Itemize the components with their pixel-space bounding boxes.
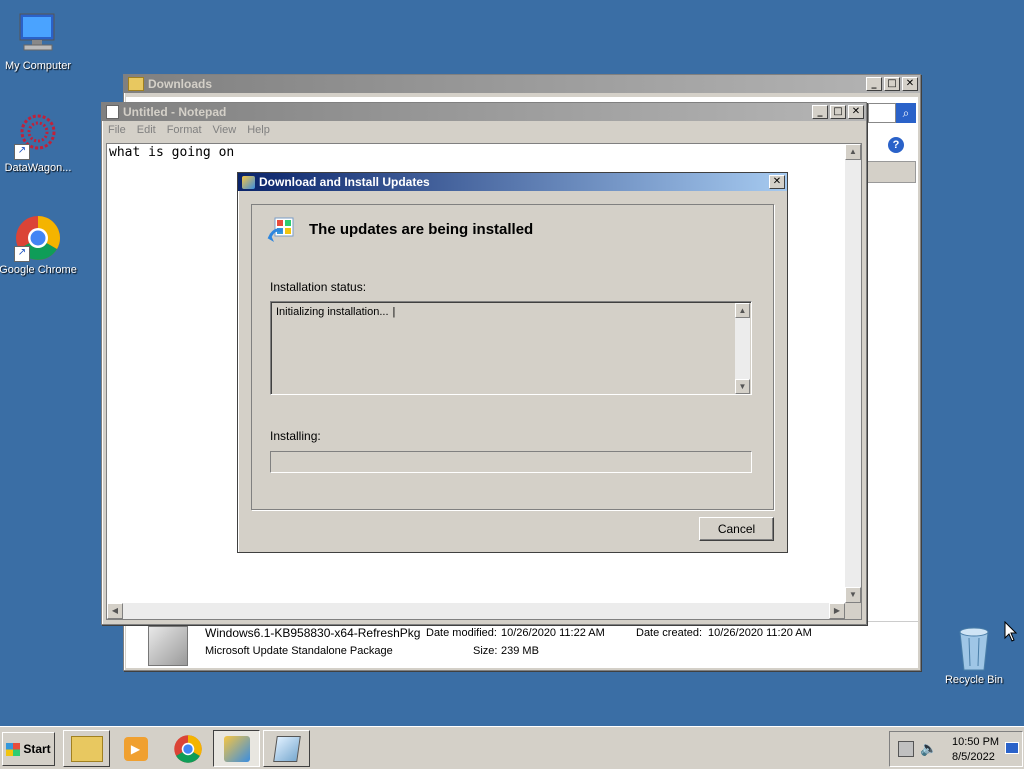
show-desktop-icon[interactable] (1005, 742, 1019, 754)
notepad-title: Untitled - Notepad (123, 105, 227, 119)
datawagon-label: DataWagon... (4, 162, 72, 174)
clock-date[interactable]: 8/5/2022 (952, 751, 995, 763)
installation-status-box[interactable]: Initializing installation... ▲ ▼ (270, 301, 752, 395)
dialog-title: Download and Install Updates (259, 175, 430, 189)
volume-icon[interactable]: 🔈 (920, 740, 937, 757)
scroll-down-icon[interactable]: ▼ (735, 379, 750, 394)
taskbar-chrome-button[interactable] (164, 730, 211, 767)
menu-help[interactable]: Help (247, 124, 270, 136)
search-icon[interactable]: ⌕ (896, 103, 916, 123)
file-name: Windows6.1-KB958830-x64-RefreshPkg (205, 626, 421, 640)
media-player-icon: ▶ (123, 736, 148, 761)
taskbar-update-button[interactable] (213, 730, 260, 767)
scroll-up-icon[interactable]: ▲ (845, 144, 861, 160)
taskbar-notepad-button[interactable] (263, 730, 310, 767)
windows-update-icon (223, 735, 250, 762)
chrome-icon (173, 734, 202, 763)
horizontal-scrollbar[interactable]: ◀ ▶ (107, 603, 845, 619)
menu-file[interactable]: File (108, 124, 126, 136)
scroll-right-icon[interactable]: ▶ (829, 603, 845, 619)
size-label: Size: (473, 645, 498, 657)
notepad-menubar: File Edit Format View Help (102, 121, 866, 139)
close-button[interactable]: ✕ (769, 175, 785, 189)
menu-view[interactable]: View (213, 124, 237, 136)
start-button[interactable]: Start (2, 732, 55, 766)
update-dialog: Download and Install Updates ✕ The updat… (237, 172, 788, 553)
vertical-scrollbar[interactable]: ▲ ▼ (735, 303, 750, 394)
computer-icon (14, 10, 62, 58)
install-progress-bar (270, 451, 752, 473)
help-icon[interactable]: ? (888, 137, 904, 153)
scroll-up-icon[interactable]: ▲ (735, 303, 750, 318)
windows-update-icon (242, 175, 255, 189)
google-chrome-icon[interactable]: ↗ Google Chrome (0, 214, 78, 276)
cancel-button[interactable]: Cancel (699, 517, 774, 541)
start-label: Start (23, 742, 51, 756)
notepad-icon (106, 105, 119, 119)
taskbar-explorer-button[interactable] (63, 730, 110, 767)
maximize-button[interactable]: □ (830, 105, 846, 119)
vertical-scrollbar[interactable]: ▲ ▼ (845, 144, 861, 603)
close-button[interactable]: ✕ (902, 77, 918, 91)
scroll-left-icon[interactable]: ◀ (107, 603, 123, 619)
taskbar: Start ▶ 🔈 10:50 PM 8/5/2022 (0, 726, 1024, 769)
recycle-bin-label: Recycle Bin (944, 674, 1004, 686)
menu-format[interactable]: Format (167, 124, 202, 136)
clock-time[interactable]: 10:50 PM (952, 736, 999, 748)
scroll-down-icon[interactable]: ▼ (845, 587, 861, 603)
notepad-text: what is going on (109, 145, 235, 160)
date-created-label: Date created: (636, 627, 703, 639)
file-type: Microsoft Update Standalone Package (205, 645, 393, 657)
details-pane: Windows6.1-KB958830-x64-RefreshPkg Date … (126, 621, 918, 668)
datawagon-logo-icon: ↗ (14, 112, 62, 160)
taskbar-media-player-button[interactable]: ▶ (112, 730, 159, 767)
my-computer-icon[interactable]: My Computer (0, 10, 78, 72)
installing-label: Installing: (270, 429, 321, 443)
date-modified-value: 10/26/2020 11:22 AM (501, 627, 605, 639)
recycle-bin-icon[interactable]: Recycle Bin (934, 624, 1014, 686)
mouse-cursor-icon (1004, 620, 1018, 646)
dialog-heading: The updates are being installed (309, 221, 534, 238)
my-computer-label: My Computer (4, 60, 72, 72)
downloads-titlebar[interactable]: Downloads _ □ ✕ (124, 75, 920, 93)
windows-update-icon (266, 215, 296, 245)
folder-icon (70, 735, 103, 762)
date-modified-label: Date modified: (426, 627, 497, 639)
search-input[interactable] (868, 103, 896, 123)
resize-grip-icon[interactable] (845, 603, 861, 619)
google-chrome-label: Google Chrome (0, 264, 77, 276)
notepad-titlebar[interactable]: Untitled - Notepad _ □ ✕ (102, 103, 866, 121)
system-tray: 🔈 10:50 PM 8/5/2022 (889, 731, 1023, 767)
minimize-button[interactable]: _ (812, 105, 828, 119)
package-icon (148, 626, 188, 666)
chrome-icon: ↗ (14, 214, 62, 262)
network-icon[interactable] (898, 741, 914, 757)
dialog-titlebar[interactable]: Download and Install Updates ✕ (238, 173, 787, 191)
status-text: Initializing installation... (276, 306, 395, 318)
shortcut-arrow-icon: ↗ (14, 144, 30, 160)
size-value: 239 MB (501, 645, 539, 657)
trash-icon (950, 624, 998, 672)
datawagon-icon[interactable]: ↗ DataWagon... (0, 112, 78, 174)
minimize-button[interactable]: _ (866, 77, 882, 91)
installation-status-label: Installation status: (270, 280, 367, 294)
column-header[interactable] (862, 161, 916, 183)
windows-logo-icon (6, 742, 21, 756)
dialog-panel: The updates are being installed Installa… (251, 204, 774, 510)
shortcut-arrow-icon: ↗ (14, 246, 30, 262)
downloads-title: Downloads (148, 77, 213, 91)
close-button[interactable]: ✕ (848, 105, 864, 119)
folder-icon (128, 77, 144, 91)
maximize-button[interactable]: □ (884, 77, 900, 91)
notepad-icon (272, 735, 301, 762)
menu-edit[interactable]: Edit (137, 124, 156, 136)
date-created-value: 10/26/2020 11:20 AM (708, 627, 812, 639)
